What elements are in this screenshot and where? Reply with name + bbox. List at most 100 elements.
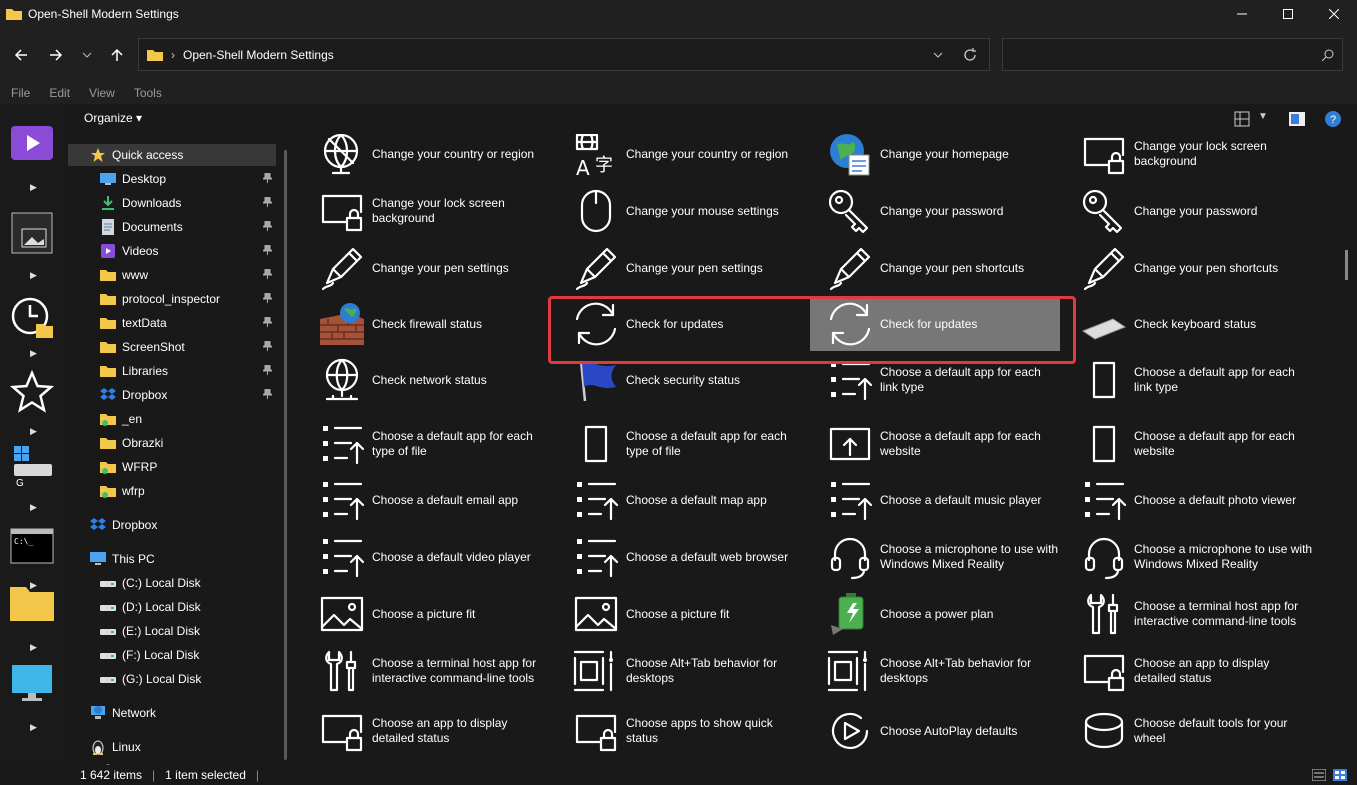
help-icon[interactable]: ? [1325, 111, 1341, 127]
settings-item[interactable]: A 字 Change your country or region [556, 134, 806, 181]
settings-item[interactable]: Change your country or region [302, 134, 552, 181]
nav-item-protocol-inspector[interactable]: protocol_inspector [68, 288, 276, 310]
settings-item[interactable]: Choose a default web browser [556, 530, 806, 584]
settings-item[interactable]: Check network status [302, 353, 552, 407]
dock-photos[interactable] [8, 209, 56, 257]
settings-item[interactable]: Check security status [556, 353, 806, 407]
nav-item-g-local-disk[interactable]: (G:) Local Disk [68, 668, 276, 690]
settings-item[interactable]: Choose a default map app [556, 473, 806, 527]
settings-item[interactable]: Choose Alt+Tab behavior for desktops [556, 644, 806, 698]
settings-item[interactable]: Choose an app to display detailed status [1064, 644, 1314, 698]
expand-arrow-icon[interactable]: ▶ [30, 270, 37, 281]
nav-item-quick-access[interactable]: Quick access [68, 144, 276, 166]
nav-item-en[interactable]: _en [68, 408, 276, 430]
recent-locations-button[interactable] [76, 44, 98, 66]
address-bar[interactable]: › Open-Shell Modern Settings [138, 38, 990, 71]
settings-item[interactable]: Choose AutoPlay defaults [810, 704, 1060, 758]
view-options-icon[interactable] [1234, 111, 1250, 127]
expand-arrow-icon[interactable]: ▶ [30, 348, 37, 359]
nav-item-this-pc[interactable]: This PC [68, 548, 276, 570]
nav-item-dropbox[interactable]: Dropbox [68, 514, 276, 536]
settings-item[interactable]: Check keyboard status [1064, 297, 1314, 351]
settings-item[interactable]: Choose a picture fit [302, 587, 552, 641]
nav-item-videos[interactable]: Videos [68, 240, 276, 262]
close-button[interactable] [1311, 0, 1357, 28]
dock-terminal[interactable]: C:\_ [8, 522, 56, 570]
menu-edit[interactable]: Edit [49, 86, 70, 100]
nav-item-textdata[interactable]: textData [68, 312, 276, 334]
settings-item[interactable]: Choose a default music player [810, 473, 1060, 527]
settings-item[interactable]: Choose a default app for each type of fi… [302, 417, 552, 471]
dock-favorites[interactable] [8, 368, 56, 416]
nav-scrollbar[interactable] [284, 150, 287, 760]
settings-item[interactable]: Choose a picture fit [556, 587, 806, 641]
settings-item[interactable]: Choose a terminal host app for interacti… [302, 644, 552, 698]
refresh-icon[interactable] [963, 47, 977, 62]
chevron-down-icon[interactable] [933, 50, 943, 60]
details-view-icon[interactable] [1312, 769, 1326, 781]
breadcrumb[interactable]: Open-Shell Modern Settings [183, 48, 334, 62]
expand-arrow-icon[interactable]: ▶ [30, 642, 37, 653]
organize-button[interactable]: Organize ▾ [84, 111, 142, 125]
chevron-down-icon[interactable]: ▼ [1258, 111, 1268, 122]
dock-monitor[interactable] [8, 659, 56, 707]
nav-item-wfrp[interactable]: WFRP [68, 456, 276, 478]
nav-item-dropbox[interactable]: Dropbox [68, 384, 276, 406]
nav-item-e-local-disk[interactable]: (E:) Local Disk [68, 620, 276, 642]
settings-item[interactable]: Choose a default app for each website [810, 417, 1060, 471]
settings-item[interactable]: Change your password [810, 184, 1060, 238]
settings-item[interactable]: Change your mouse settings [556, 184, 806, 238]
menu-tools[interactable]: Tools [134, 86, 162, 100]
expand-arrow-icon[interactable]: ▶ [30, 722, 37, 733]
nav-item-network[interactable]: Network [68, 702, 276, 724]
settings-item[interactable]: Check for updates [810, 297, 1060, 351]
tiles-view-icon[interactable] [1333, 769, 1347, 781]
forward-button[interactable] [45, 44, 67, 66]
nav-item-linux[interactable]: Linux [68, 736, 276, 758]
settings-item[interactable]: Choose a default email app [302, 473, 552, 527]
expand-arrow-icon[interactable]: ▶ [30, 182, 37, 193]
settings-item[interactable]: Choose Alt+Tab behavior for desktops [810, 644, 1060, 698]
nav-item-wfrp[interactable]: wfrp [68, 480, 276, 502]
dock-recent[interactable] [8, 294, 56, 342]
up-button[interactable] [106, 44, 128, 66]
settings-item[interactable]: Choose a terminal host app for interacti… [1064, 587, 1314, 641]
nav-item-screenshot[interactable]: ScreenShot [68, 336, 276, 358]
settings-item[interactable]: Choose a microphone to use with Windows … [1064, 530, 1314, 584]
back-button[interactable] [10, 44, 32, 66]
search-input[interactable] [1002, 38, 1343, 71]
nav-item-downloads[interactable]: Downloads [68, 192, 276, 214]
nav-item-c-local-disk[interactable]: (C:) Local Disk [68, 572, 276, 594]
minimize-button[interactable] [1219, 0, 1265, 28]
settings-item[interactable]: Choose apps to show quick status [556, 704, 806, 758]
settings-item[interactable]: Change your pen shortcuts [810, 241, 1060, 295]
settings-item[interactable]: Change your pen shortcuts [1064, 241, 1314, 295]
settings-item[interactable]: Choose a default photo viewer [1064, 473, 1314, 527]
settings-item[interactable]: Change your pen settings [556, 241, 806, 295]
nav-item-libraries[interactable]: Libraries [68, 360, 276, 382]
settings-item[interactable]: Change your lock screen background [302, 184, 552, 238]
settings-item[interactable]: Choose a default app for each website [1064, 417, 1314, 471]
settings-item[interactable]: Choose a default app for each link type [810, 353, 1060, 407]
nav-item-obrazki[interactable]: Obrazki [68, 432, 276, 454]
nav-item-documents[interactable]: Documents [68, 216, 276, 238]
menu-view[interactable]: View [89, 86, 115, 100]
settings-item[interactable]: Change your homepage [810, 134, 1060, 181]
menu-file[interactable]: File [11, 86, 30, 100]
settings-item[interactable]: Choose a default app for each type of fi… [556, 417, 806, 471]
content-scrollbar[interactable] [1345, 250, 1348, 280]
dock-explorer[interactable] [8, 579, 56, 627]
dock-drive[interactable]: G [8, 442, 56, 490]
settings-item[interactable]: Change your password [1064, 184, 1314, 238]
expand-arrow-icon[interactable]: ▶ [30, 502, 37, 513]
preview-pane-icon[interactable] [1289, 112, 1305, 126]
settings-item[interactable]: Choose a power plan [810, 587, 1060, 641]
settings-item[interactable]: Check for updates [556, 297, 806, 351]
settings-item[interactable]: Choose a default video player [302, 530, 552, 584]
settings-item[interactable]: Change your lock screen background [1064, 134, 1314, 181]
nav-item-desktop[interactable]: Desktop [68, 168, 276, 190]
settings-item[interactable]: Choose an app to display detailed status [302, 704, 552, 758]
settings-item[interactable]: Choose a default app for each link type [1064, 353, 1314, 407]
dock-video-editor[interactable] [8, 119, 56, 167]
expand-arrow-icon[interactable]: ▶ [30, 426, 37, 437]
